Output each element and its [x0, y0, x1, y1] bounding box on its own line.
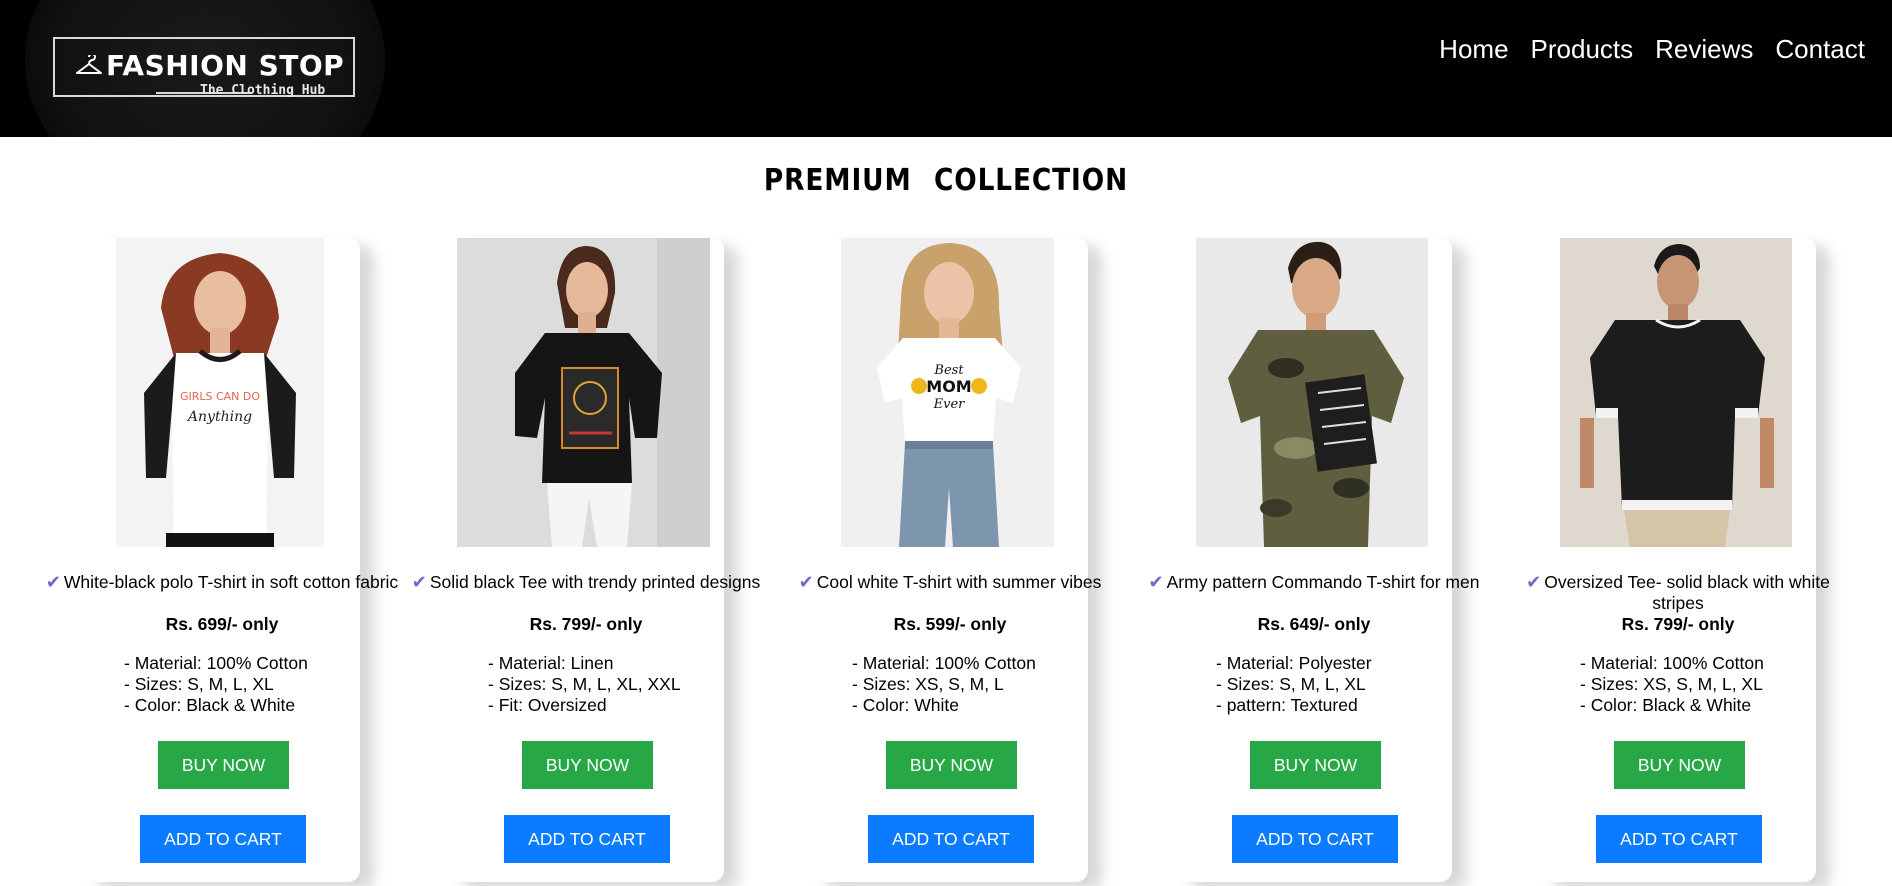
add-to-cart-button[interactable]: ADD TO CART: [1232, 815, 1398, 863]
buy-now-button[interactable]: BUY NOW: [158, 741, 289, 789]
brand-title: FASHION STOP: [106, 49, 345, 82]
navbar: FASHION STOP The Clothing Hub Home Produ…: [0, 0, 1892, 137]
buy-now-button[interactable]: BUY NOW: [886, 741, 1017, 789]
main-nav: Home Products Reviews Contact: [1439, 32, 1865, 66]
check-icon: ✔: [1526, 572, 1542, 592]
spec-item: - Sizes: XS, S, M, L: [852, 674, 1004, 694]
section-title: PREMIUM COLLECTION: [763, 163, 1129, 198]
spec-item: - Material: Linen: [488, 653, 614, 673]
product-price: Rs. 699/- only: [165, 614, 279, 634]
product-image[interactable]: [1560, 238, 1792, 547]
product-card: ✔ Army pattern Commando T-shirt for men R…: [1149, 238, 1479, 882]
product-specs: - Material: 100% Cotton - Sizes: XS, S, …: [1580, 653, 1764, 716]
spec-item: - Material: Polyester: [1216, 653, 1372, 673]
nav-contact[interactable]: Contact: [1775, 32, 1865, 66]
product-specs: - Material: Linen - Sizes: S, M, L, XL, …: [488, 653, 681, 716]
spec-item: - Color: Black & White: [1580, 695, 1752, 715]
product-image[interactable]: [457, 238, 710, 547]
spec-item: - Fit: Oversized: [488, 695, 607, 715]
spec-item: - Sizes: S, M, L, XL: [1216, 674, 1366, 694]
check-icon: ✔: [798, 572, 814, 592]
add-to-cart-button[interactable]: ADD TO CART: [504, 815, 670, 863]
product-title: ✔ Solid black Tee with trendy printed des…: [411, 572, 761, 592]
spec-item: - Color: Black & White: [124, 695, 296, 715]
print-text: Anything: [186, 409, 252, 425]
product-card: ✔ Solid black Tee with trendy printed des…: [412, 238, 760, 882]
buy-now-button[interactable]: BUY NOW: [1250, 741, 1381, 789]
print-text: Ever: [933, 397, 966, 412]
buy-now-button[interactable]: BUY NOW: [522, 741, 653, 789]
product-title: ✔ Cool white T-shirt with summer vibes: [798, 572, 1102, 592]
spec-item: - Material: 100% Cotton: [1580, 653, 1764, 673]
spec-item: - Material: 100% Cotton: [852, 653, 1036, 673]
print-text: MOM: [926, 377, 971, 396]
nav-products[interactable]: Products: [1531, 32, 1634, 66]
product-title: ✔ Army pattern Commando T-shirt for men: [1148, 572, 1480, 592]
buy-now-button[interactable]: BUY NOW: [1614, 741, 1745, 789]
product-image[interactable]: [1196, 238, 1428, 547]
spec-item: - pattern: Textured: [1216, 695, 1358, 715]
product-price: Rs. 799/- only: [1621, 614, 1735, 634]
product-specs: - Material: Polyester - Sizes: S, M, L, …: [1216, 653, 1372, 716]
product-title: ✔ White-black polo T-shirt in soft cotton…: [45, 572, 399, 592]
spec-item: - Material: 100% Cotton: [124, 653, 308, 673]
nav-reviews[interactable]: Reviews: [1655, 32, 1753, 66]
product-image[interactable]: Best MOM Ever: [841, 238, 1054, 547]
spec-item: - Sizes: S, M, L, XL: [124, 674, 274, 694]
brand-tagline: The Clothing Hub: [200, 83, 326, 98]
product-image[interactable]: GIRLS CAN DO Anything: [116, 238, 324, 547]
product-title: ✔ Oversized Tee- solid black with white s…: [1526, 572, 1830, 613]
product-price: Rs. 599/- only: [893, 614, 1007, 634]
product-card: ✔ Oversized Tee- solid black with white s…: [1526, 238, 1830, 882]
nav-home[interactable]: Home: [1439, 32, 1508, 66]
product-specs: - Material: 100% Cotton - Sizes: S, M, L…: [124, 653, 308, 716]
check-icon: ✔: [1148, 572, 1164, 592]
add-to-cart-button[interactable]: ADD TO CART: [140, 815, 306, 863]
add-to-cart-button[interactable]: ADD TO CART: [868, 815, 1034, 863]
product-price: Rs. 649/- only: [1257, 614, 1371, 634]
spec-item: - Sizes: S, M, L, XL, XXL: [488, 674, 681, 694]
product-card: GIRLS CAN DO Anything ✔ White-black polo …: [46, 238, 398, 882]
check-icon: ✔: [411, 572, 427, 592]
print-text: GIRLS CAN DO: [180, 390, 260, 403]
print-text: Best: [933, 363, 964, 378]
check-icon: ✔: [45, 572, 61, 592]
brand-logo[interactable]: FASHION STOP The Clothing Hub: [53, 37, 355, 98]
spec-item: - Color: White: [852, 695, 959, 715]
product-price: Rs. 799/- only: [529, 614, 643, 634]
spec-item: - Sizes: XS, S, M, L, XL: [1580, 674, 1763, 694]
product-card: Best MOM Ever ✔ Cool white T-shirt with s…: [799, 238, 1101, 882]
add-to-cart-button[interactable]: ADD TO CART: [1596, 815, 1762, 863]
product-specs: - Material: 100% Cotton - Sizes: XS, S, …: [852, 653, 1036, 716]
hanger-icon: [76, 55, 102, 74]
